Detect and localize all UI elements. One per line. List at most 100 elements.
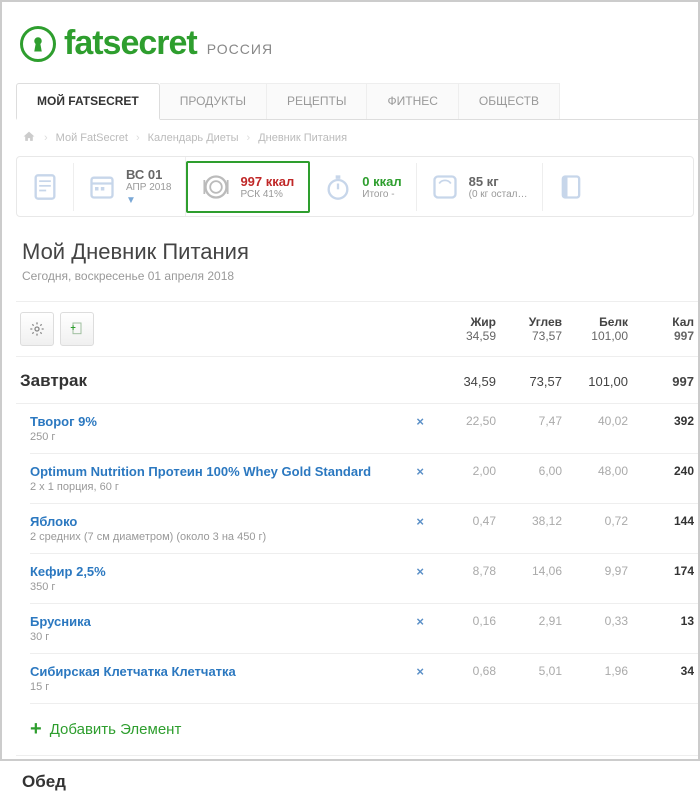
weight-remaining: (0 кг остал… [469,189,528,200]
food-name-link[interactable]: Яблоко [30,514,410,529]
summary-weight[interactable]: 85 кг (0 кг остал… [417,163,543,211]
meal-cal: 997 [628,374,694,389]
add-note-icon: + [69,321,85,337]
journal-icon [557,173,585,201]
meal-header-breakfast: Завтрак 34,59 73,57 101,00 997 [16,357,698,404]
remove-food-button[interactable]: × [410,514,430,529]
logo-area: fatsecret Россия [16,14,698,83]
page-subtitle: Сегодня, воскресенье 01 апреля 2018 [22,269,692,283]
col-fat: Жир34,59 [430,315,496,343]
col-prot: Белк101,00 [562,315,628,343]
food-prot: 0,72 [562,514,628,528]
food-name-link[interactable]: Сибирская Клетчатка Клетчатка [30,664,410,679]
meal-carb: 73,57 [496,374,562,389]
keyhole-icon [20,26,56,62]
stopwatch-icon [324,173,352,201]
remove-food-button[interactable]: × [410,564,430,579]
remove-food-button[interactable]: × [410,614,430,629]
food-carb: 6,00 [496,464,562,478]
settings-button[interactable] [20,312,54,346]
summary-print[interactable] [17,163,74,211]
food-prot: 1,96 [562,664,628,678]
tab-products[interactable]: ПРОДУКТЫ [160,83,267,119]
food-cal: 34 [628,664,694,678]
breadcrumb-item[interactable]: Дневник Питания [258,132,347,144]
main-tabs: МОЙ FATSECRET ПРОДУКТЫ РЕЦЕПТЫ ФИТНЕС ОБ… [16,83,698,120]
meal-header-lunch: Обед [16,755,698,802]
food-fat: 8,78 [430,564,496,578]
summary-bar: ВС 01 АПР 2018 ▼ 997 ккал РСК 41% 0 ккал… [16,156,694,217]
logo-region: Россия [207,41,273,57]
breadcrumb-item[interactable]: Календарь Диеты [148,132,239,144]
food-prot: 9,97 [562,564,628,578]
food-prot: 40,02 [562,414,628,428]
food-carb: 5,01 [496,664,562,678]
logo[interactable]: fatsecret [20,24,197,63]
summary-journal[interactable] [543,163,599,211]
plus-icon: + [30,718,42,741]
gear-icon [29,321,45,337]
date-day: ВС 01 [126,167,171,182]
page-title: Мой Дневник Питания [22,239,692,265]
food-row: Сибирская Клетчатка Клетчатка 15 г×0,685,… [30,654,698,704]
calendar-icon [88,173,116,201]
meal-name: Завтрак [20,371,87,391]
food-name-link[interactable]: Брусника [30,614,410,629]
food-qty: 350 г [30,581,410,593]
fitness-cal: 0 ккал [362,174,401,189]
summary-calories[interactable]: 997 ккал РСК 41% [186,161,310,213]
home-icon[interactable] [22,130,36,146]
food-prot: 48,00 [562,464,628,478]
fitness-total: Итого - [362,189,401,200]
food-fat: 0,68 [430,664,496,678]
food-carb: 38,12 [496,514,562,528]
add-button[interactable]: + [60,312,94,346]
food-name-link[interactable]: Кефир 2,5% [30,564,410,579]
summary-date[interactable]: ВС 01 АПР 2018 ▼ [74,157,186,216]
food-row: Optimum Nutrition Протеин 100% Whey Gold… [30,454,698,504]
remove-food-button[interactable]: × [410,664,430,679]
food-fat: 22,50 [430,414,496,428]
chevron-right-icon: › [136,132,140,144]
meal-prot: 101,00 [562,374,628,389]
remove-food-button[interactable]: × [410,464,430,479]
food-list: Творог 9%250 г×22,507,4740,02392Optimum … [30,404,698,704]
food-row: Творог 9% 250 г×22,507,4740,02392 [30,404,698,454]
calories-rdi: РСК 41% [240,189,294,200]
food-qty: 15 г [30,681,410,693]
chevron-right-icon: › [247,132,251,144]
food-carb: 2,91 [496,614,562,628]
remove-food-button[interactable]: × [410,414,430,429]
weight-value: 85 кг [469,174,528,189]
tab-fitness[interactable]: ФИТНЕС [367,83,458,119]
food-qty: 30 г [30,631,410,643]
food-fat: 0,47 [430,514,496,528]
food-carb: 7,47 [496,414,562,428]
summary-fitness[interactable]: 0 ккал Итого - [310,163,416,211]
food-cal: 13 [628,614,694,628]
food-name-link[interactable]: Optimum Nutrition Протеин 100% Whey Gold… [30,464,410,479]
breadcrumb-item[interactable]: Мой FatSecret [56,132,128,144]
food-cal: 174 [628,564,694,578]
add-item-label: Добавить Элемент [50,721,182,738]
food-cal: 392 [628,414,694,428]
food-name-link[interactable]: Творог 9% [30,414,410,429]
scale-icon [431,173,459,201]
col-carb: Углев73,57 [496,315,562,343]
food-carb: 14,06 [496,564,562,578]
add-item-button[interactable]: + Добавить Элемент [30,704,698,755]
chevron-right-icon: › [44,132,48,144]
calories-value: 997 ккал [240,174,294,189]
tab-community[interactable]: ОБЩЕСТВ [459,83,560,119]
meal-fat: 34,59 [430,374,496,389]
logo-text: fatsecret [64,24,197,63]
breadcrumb: › Мой FatSecret › Календарь Диеты › Днев… [16,120,698,156]
tab-my-fatsecret[interactable]: МОЙ FATSECRET [16,83,160,120]
tab-recipes[interactable]: РЕЦЕПТЫ [267,83,367,119]
food-cal: 144 [628,514,694,528]
food-qty: 2 х 1 порция, 60 г [30,481,410,493]
food-row: Брусника30 г×0,162,910,3313 [30,604,698,654]
food-row: Яблоко2 средних (7 см диаметром) (около … [30,504,698,554]
food-fat: 0,16 [430,614,496,628]
food-qty: 250 г [30,431,410,443]
